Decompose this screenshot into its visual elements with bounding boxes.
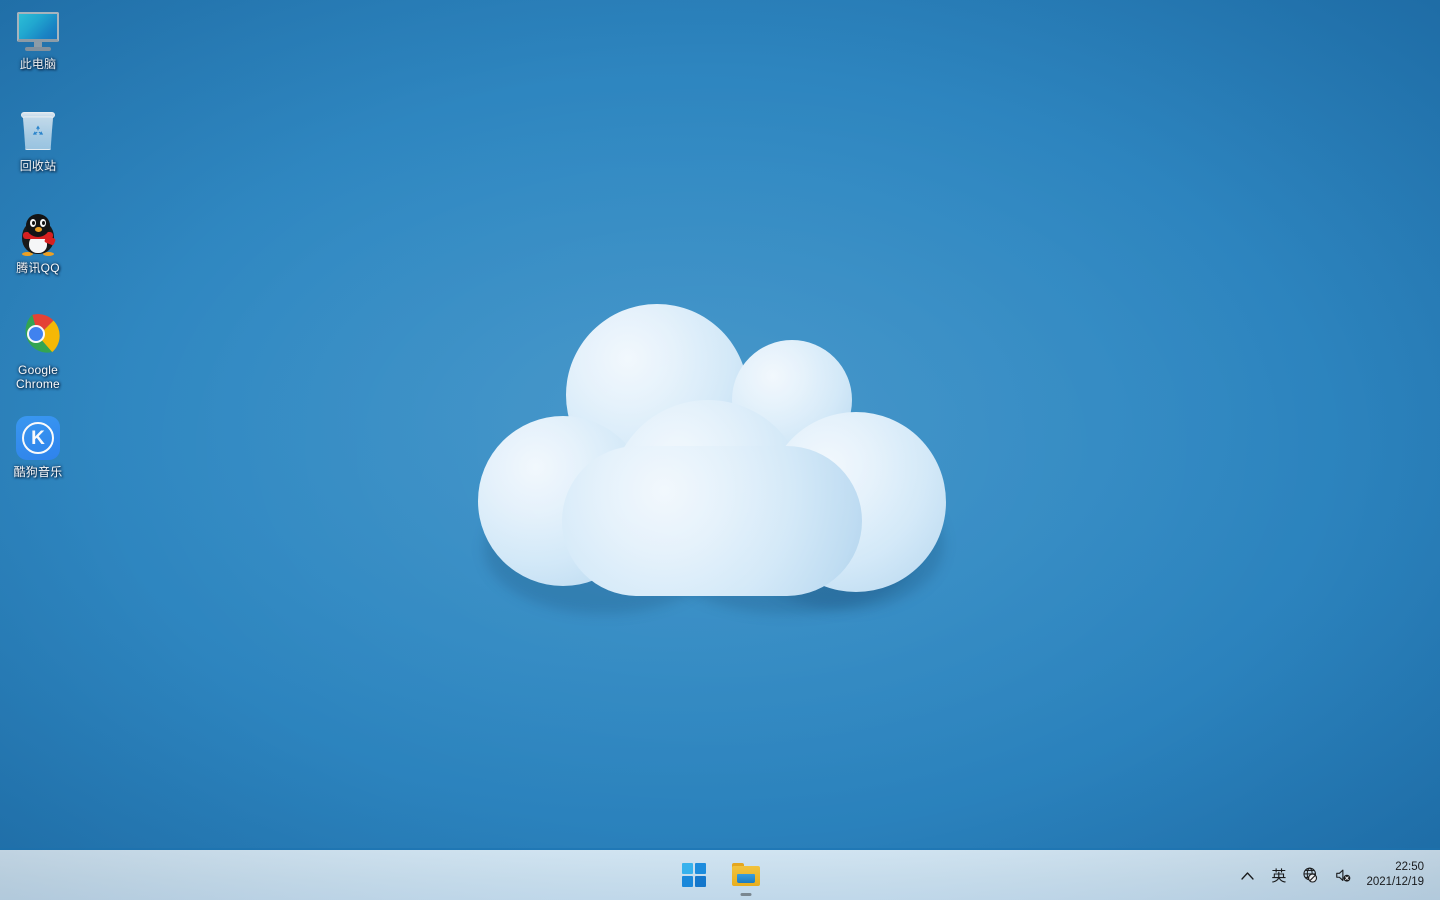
kugou-icon: K bbox=[14, 414, 62, 462]
taskbar-clock[interactable]: 22:50 2021/12/19 bbox=[1360, 853, 1434, 897]
monitor-icon bbox=[14, 6, 62, 54]
speaker-muted-icon bbox=[1336, 869, 1351, 882]
clock-date: 2021/12/19 bbox=[1366, 876, 1424, 888]
chevron-up-icon bbox=[1241, 871, 1255, 880]
start-button[interactable] bbox=[672, 853, 716, 897]
desktop-icon-label: 酷狗音乐 bbox=[13, 465, 63, 479]
desktop-icon-label: 回收站 bbox=[19, 159, 57, 173]
running-indicator bbox=[740, 893, 752, 896]
tray-overflow-chevron-up-icon[interactable] bbox=[1232, 853, 1263, 897]
ime-indicator[interactable]: 英 bbox=[1263, 853, 1294, 897]
desktop-icon-this-pc[interactable]: 此电脑 bbox=[4, 6, 72, 72]
system-tray: 英 22:50 2021/12/19 bbox=[1232, 849, 1434, 900]
desktop-icon-google-chrome[interactable]: Google Chrome bbox=[4, 312, 72, 391]
desktop-icon-label: 腾讯QQ bbox=[16, 261, 60, 275]
taskbar[interactable]: 英 22:50 2021/12/19 bbox=[0, 848, 1440, 900]
recycle-bin-icon bbox=[14, 108, 62, 156]
network-status-button[interactable] bbox=[1294, 853, 1327, 897]
ime-label: 英 bbox=[1271, 867, 1287, 885]
folder-icon bbox=[732, 863, 760, 887]
file-explorer-button[interactable] bbox=[724, 853, 768, 897]
desktop-icon-recycle-bin[interactable]: 回收站 bbox=[4, 108, 72, 174]
desktop-icon-tencent-qq[interactable]: 腾讯QQ bbox=[4, 210, 72, 276]
windows-logo-icon bbox=[682, 863, 706, 887]
cloud-wallpaper-graphic bbox=[478, 296, 948, 626]
desktop-icon-label: Google Chrome bbox=[16, 363, 60, 391]
volume-button[interactable] bbox=[1327, 853, 1360, 897]
desktop[interactable]: 此电脑 回收站 腾讯QQ Google Chrome K 酷狗音乐 英 22:5… bbox=[0, 0, 1440, 900]
desktop-icon-kugou-music[interactable]: K 酷狗音乐 bbox=[4, 414, 72, 480]
globe-no-internet-icon bbox=[1303, 867, 1318, 883]
chrome-icon bbox=[14, 312, 62, 360]
desktop-icon-label: 此电脑 bbox=[19, 57, 57, 71]
qq-penguin-icon bbox=[14, 210, 62, 258]
clock-time: 22:50 bbox=[1395, 861, 1424, 873]
recycle-symbol-icon bbox=[32, 125, 44, 135]
taskbar-center-buttons bbox=[0, 849, 1440, 900]
